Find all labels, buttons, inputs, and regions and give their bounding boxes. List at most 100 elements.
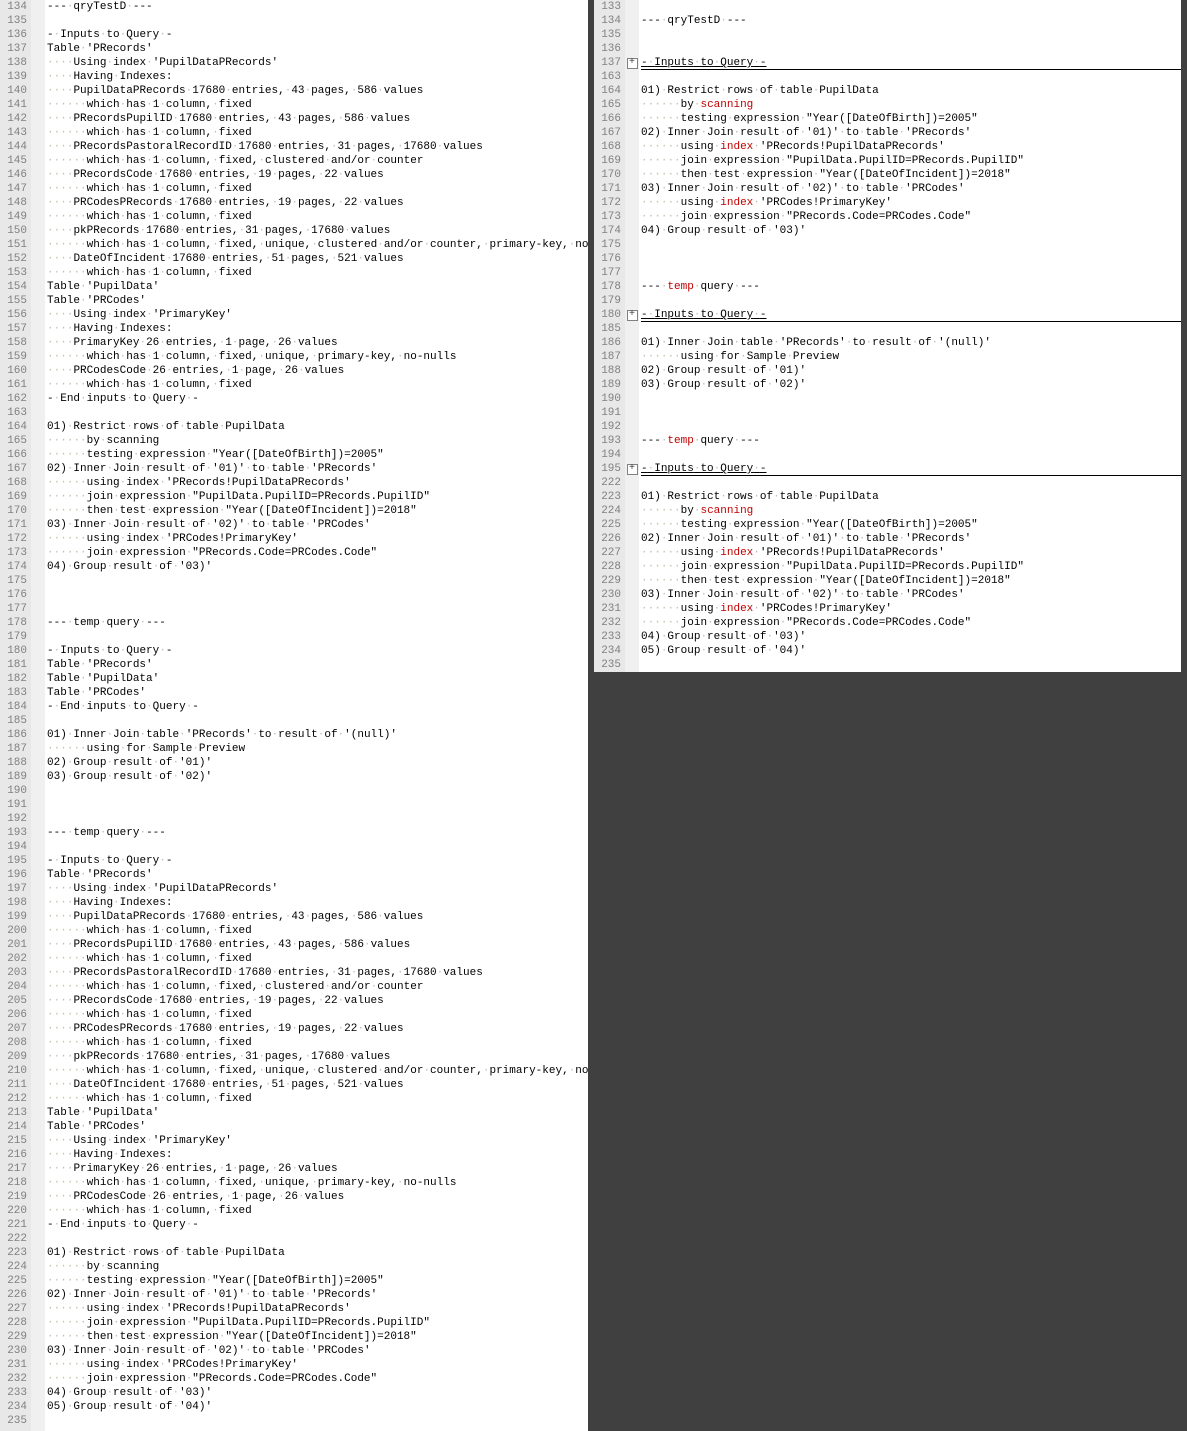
code-line[interactable]: ····PRecordsPupilID·17680·entries,·43·pa… [47,112,588,126]
code-line[interactable]: ······by·scanning [641,504,1181,518]
left-code-area[interactable]: ---·qryTestD·--- -·Inputs·to·Query·-Tabl… [45,0,588,1431]
code-line[interactable] [47,812,588,826]
code-line[interactable]: ---·qryTestD·--- [641,14,1181,28]
code-line[interactable] [47,1232,588,1246]
code-line[interactable]: ····PrimaryKey·26·entries,·1·page,·26·va… [47,336,588,350]
code-line[interactable]: -·End·inputs·to·Query·- [47,1218,588,1232]
code-line[interactable]: Table·'PRCodes' [47,686,588,700]
code-line[interactable]: ······using·for·Sample·Preview [47,742,588,756]
code-line[interactable] [641,392,1181,406]
code-line[interactable]: ······which·has·1·column,·fixed [47,1008,588,1022]
code-line[interactable]: ---·temp·query·--- [641,280,1181,294]
code-line[interactable]: ······then·test·expression·"Year([DateOf… [47,504,588,518]
fold-toggle-icon[interactable] [625,56,639,70]
code-line[interactable]: ······which·has·1·column,·fixed [47,1036,588,1050]
code-line[interactable]: ······which·has·1·column,·fixed [47,924,588,938]
code-line[interactable]: ······which·has·1·column,·fixed [47,210,588,224]
code-line[interactable]: 02)·Inner·Join·result·of·'01)'·to·table·… [641,126,1181,140]
code-line[interactable]: ····Using·index·'PrimaryKey' [47,1134,588,1148]
code-line[interactable]: ····Having·Indexes: [47,896,588,910]
code-line[interactable]: ····PRecordsCode·17680·entries,·19·pages… [47,994,588,1008]
code-line[interactable]: ······which·has·1·column,·fixed [47,266,588,280]
code-line[interactable]: ····PRecordsPastoralRecordID·17680·entri… [47,140,588,154]
code-line[interactable]: Table·'PupilData' [47,1106,588,1120]
code-line[interactable]: ····PupilDataPRecords·17680·entries,·43·… [47,84,588,98]
code-line[interactable]: ······which·has·1·column,·fixed,·cluster… [47,154,588,168]
code-line[interactable] [641,420,1181,434]
code-line[interactable]: ······then·test·expression·"Year([DateOf… [47,1330,588,1344]
code-line[interactable]: ---·temp·query·--- [641,434,1181,448]
code-line[interactable]: 03)·Inner·Join·result·of·'02)'·to·table·… [641,182,1181,196]
code-line[interactable]: 02)·Inner·Join·result·of·'01)'·to·table·… [47,1288,588,1302]
code-line[interactable]: ······which·has·1·column,·fixed,·unique,… [47,1176,588,1190]
code-line[interactable]: ······join·expression·"PRecords.Code=PRC… [641,616,1181,630]
code-line[interactable]: 02)·Inner·Join·result·of·'01)'·to·table·… [47,462,588,476]
code-line[interactable] [641,476,1181,490]
code-line[interactable]: ······by·scanning [641,98,1181,112]
code-line[interactable]: 02)·Inner·Join·result·of·'01)'·to·table·… [641,532,1181,546]
right-pane[interactable]: 1331341351361371631641651661671681691701… [594,0,1181,1431]
code-line[interactable]: -·Inputs·to·Query·- [641,462,1181,476]
code-line[interactable]: 03)·Inner·Join·result·of·'02)'·to·table·… [47,518,588,532]
code-line[interactable]: ······by·scanning [47,1260,588,1274]
code-line[interactable]: ---·qryTestD·--- [47,0,588,14]
code-line[interactable]: 03)·Inner·Join·result·of·'02)'·to·table·… [641,588,1181,602]
code-line[interactable]: ······testing·expression·"Year([DateOfBi… [47,1274,588,1288]
code-line[interactable]: 04)·Group·result·of·'03)' [641,630,1181,644]
code-line[interactable]: ····Having·Indexes: [47,70,588,84]
code-line[interactable]: ····Using·index·'PupilDataPRecords' [47,882,588,896]
code-line[interactable]: Table·'PRCodes' [47,1120,588,1134]
code-line[interactable]: ······join·expression·"PRecords.Code=PRC… [47,546,588,560]
code-line[interactable]: -·Inputs·to·Query·- [641,56,1181,70]
code-line[interactable] [47,840,588,854]
code-line[interactable] [641,238,1181,252]
code-line[interactable] [641,28,1181,42]
code-line[interactable]: 03)·Group·result·of·'02)' [641,378,1181,392]
code-line[interactable]: 01)·Inner·Join·table·'PRecords'·to·resul… [47,728,588,742]
code-line[interactable]: ······using·for·Sample·Preview [641,350,1181,364]
fold-toggle-icon[interactable] [625,308,639,322]
code-line[interactable]: ······which·has·1·column,·fixed [47,126,588,140]
code-line[interactable]: -·Inputs·to·Query·- [641,308,1181,322]
code-line[interactable]: ····DateOfIncident·17680·entries,·51·pag… [47,252,588,266]
code-line[interactable]: Table·'PupilData' [47,280,588,294]
code-line[interactable]: ······which·has·1·column,·fixed [47,952,588,966]
code-line[interactable] [47,602,588,616]
code-line[interactable]: ······using·index·'PRecords!PupilDataPRe… [641,140,1181,154]
code-line[interactable]: ······testing·expression·"Year([DateOfBi… [47,448,588,462]
code-line[interactable]: ····pkPRecords·17680·entries,·31·pages,·… [47,1050,588,1064]
code-line[interactable]: ······which·has·1·column,·fixed,·unique,… [47,238,588,252]
code-line[interactable]: ····PRecordsCode·17680·entries,·19·pages… [47,168,588,182]
code-line[interactable]: ······using·index·'PRCodes!PrimaryKey' [47,532,588,546]
code-line[interactable]: ······which·has·1·column,·fixed [47,378,588,392]
code-line[interactable]: ······using·index·'PRecords!PupilDataPRe… [47,1302,588,1316]
code-line[interactable]: 04)·Group·result·of·'03)' [47,1386,588,1400]
code-line[interactable]: 02)·Group·result·of·'01)' [47,756,588,770]
code-line[interactable] [641,294,1181,308]
code-line[interactable] [47,574,588,588]
code-line[interactable]: ····Using·index·'PupilDataPRecords' [47,56,588,70]
code-line[interactable]: 01)·Restrict·rows·of·table·PupilData [641,84,1181,98]
code-line[interactable] [47,1414,588,1428]
code-line[interactable]: 03)·Inner·Join·result·of·'02)'·to·table·… [47,1344,588,1358]
code-line[interactable]: ······join·expression·"PupilData.PupilID… [641,154,1181,168]
code-line[interactable]: ······join·expression·"PupilData.PupilID… [641,560,1181,574]
code-line[interactable] [47,798,588,812]
code-line[interactable] [641,70,1181,84]
code-line[interactable]: ······using·index·'PRCodes!PrimaryKey' [641,196,1181,210]
code-line[interactable]: -·Inputs·to·Query·- [47,644,588,658]
code-line[interactable]: ······which·has·1·column,·fixed,·cluster… [47,980,588,994]
code-line[interactable] [47,14,588,28]
code-line[interactable]: 05)·Group·result·of·'04)' [641,644,1181,658]
code-line[interactable] [641,448,1181,462]
code-line[interactable]: ······testing·expression·"Year([DateOfBi… [641,518,1181,532]
code-line[interactable]: Table·'PRecords' [47,42,588,56]
code-line[interactable]: -·Inputs·to·Query·- [47,28,588,42]
code-line[interactable]: 01)·Restrict·rows·of·table·PupilData [47,1246,588,1260]
code-line[interactable]: ······using·index·'PRCodes!PrimaryKey' [641,602,1181,616]
code-line[interactable]: -·End·inputs·to·Query·- [47,700,588,714]
code-line[interactable] [47,588,588,602]
code-line[interactable]: ······which·has·1·column,·fixed [47,1092,588,1106]
code-line[interactable]: ····PRCodesCode·26·entries,·1·page,·26·v… [47,364,588,378]
code-line[interactable]: ······using·index·'PRCodes!PrimaryKey' [47,1358,588,1372]
